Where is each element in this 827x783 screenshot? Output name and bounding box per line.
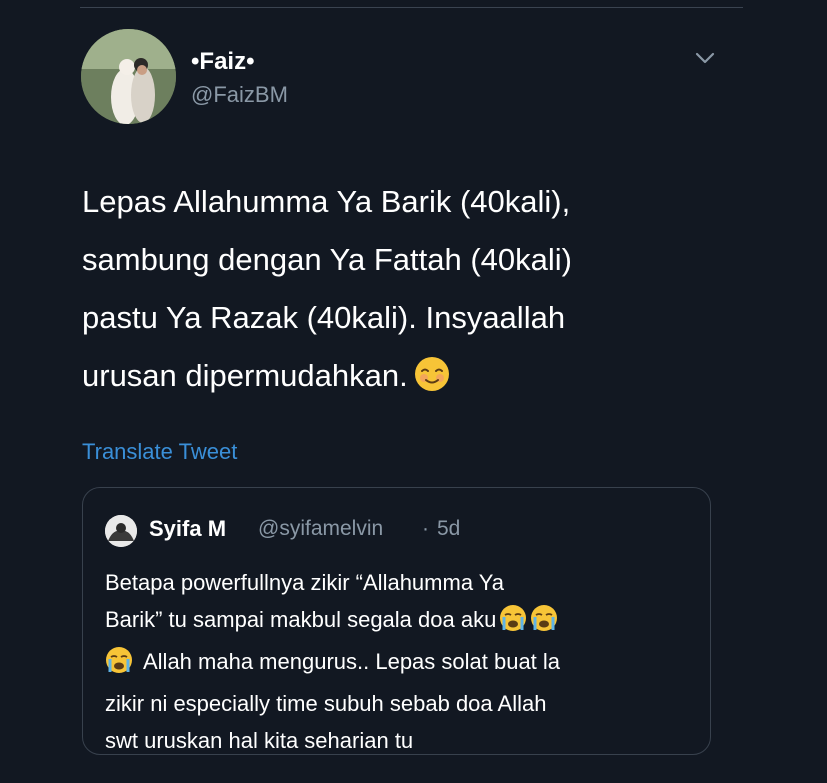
translate-tweet-link[interactable]: Translate Tweet: [82, 439, 237, 465]
quoted-line: Betapa powerfullnya zikir “Allahumma Ya: [105, 570, 505, 595]
avatar-photo-icon: [81, 29, 176, 124]
crying-face-icon: [499, 604, 527, 643]
crying-face-icon: [530, 604, 558, 643]
quoted-timestamp[interactable]: 5d: [437, 517, 460, 541]
quoted-author-avatar[interactable]: [105, 515, 137, 547]
separator-dot: ·: [422, 517, 429, 540]
quoted-tweet-card[interactable]: Syifa M @syifamelvin · 5d Betapa powerfu…: [82, 487, 711, 755]
tweet-line-last: urusan dipermudahkan.: [82, 347, 732, 411]
quoted-body: Betapa powerfullnya zikir “Allahumma Ya …: [105, 564, 695, 759]
author-display-name[interactable]: •Faiz•: [191, 48, 254, 76]
quoted-line: zikir ni especially time subuh sebab doa…: [105, 691, 547, 716]
quoted-line: Allah maha mengurus.. Lepas solat buat l…: [143, 649, 561, 674]
quoted-line-2: Barik” tu sampai makbul segala doa aku: [105, 601, 695, 643]
chevron-down-icon[interactable]: [694, 49, 716, 67]
quoted-author-name[interactable]: Syifa M: [149, 516, 226, 542]
smiling-face-icon: [414, 353, 450, 411]
quoted-line: swt uruskan hal kita seharian tu: [105, 728, 414, 753]
top-divider: [80, 7, 743, 8]
avatar-photo-icon: [105, 515, 137, 547]
crying-face-icon: [105, 646, 133, 685]
author-avatar[interactable]: [81, 29, 176, 124]
author-handle[interactable]: @FaizBM: [191, 82, 288, 108]
tweet-body: Lepas Allahumma Ya Barik (40kali), sambu…: [82, 173, 732, 411]
tweet-line: urusan dipermudahkan.: [82, 358, 408, 393]
quoted-author-handle[interactable]: @syifamelvin: [258, 517, 383, 541]
quoted-line: Barik” tu sampai makbul segala doa aku: [105, 607, 497, 632]
tweet-line: pastu Ya Razak (40kali). Insyaallah: [82, 300, 566, 335]
tweet-line: sambung dengan Ya Fattah (40kali): [82, 242, 573, 277]
quoted-line-3: Allah maha mengurus.. Lepas solat buat l…: [105, 643, 695, 685]
tweet-line: Lepas Allahumma Ya Barik (40kali),: [82, 184, 571, 219]
